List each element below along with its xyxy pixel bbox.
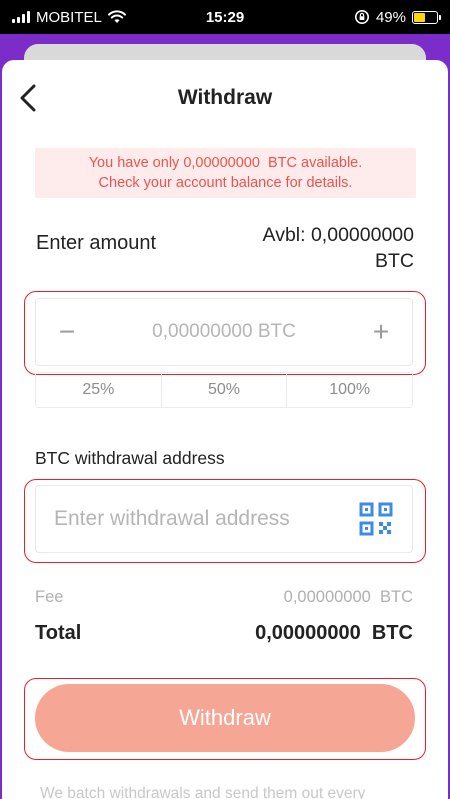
withdraw-sheet: Withdraw You have only 0,00000000 BTC av…	[2, 60, 448, 799]
percent-50-button[interactable]: 50%	[160, 373, 287, 407]
status-bar: MOBITEL 15:29 49%	[0, 0, 450, 34]
percent-25-button[interactable]: 25%	[36, 373, 161, 407]
qr-scan-icon[interactable]	[358, 501, 394, 537]
available-balance-unit: BTC	[375, 250, 414, 272]
alert-line-2: Check your account balance for details.	[98, 175, 353, 191]
back-button[interactable]	[12, 82, 44, 114]
amount-input[interactable]	[94, 321, 354, 343]
available-balance-value: Avbl: 0,00000000	[262, 224, 414, 246]
battery-icon	[412, 10, 441, 24]
address-label: BTC withdrawal address	[35, 448, 225, 468]
address-field	[35, 485, 413, 553]
chevron-left-icon	[20, 84, 36, 112]
wifi-icon	[107, 10, 126, 23]
page-title: Withdraw	[177, 86, 273, 109]
available-balance: Avbl: 0,00000000 BTC	[263, 222, 414, 274]
nav-bar: Withdraw	[2, 60, 448, 136]
percent-100-button[interactable]: 100%	[286, 373, 412, 407]
withdraw-button[interactable]: Withdraw	[35, 684, 415, 752]
total-value: 0,00000000 BTC	[255, 622, 413, 644]
amount-label: Enter amount	[36, 232, 157, 254]
carrier-name: MOBITEL	[36, 8, 102, 26]
total-label: Total	[35, 622, 82, 644]
cellular-signal-icon	[12, 11, 30, 23]
decrease-amount-button[interactable]: −	[52, 316, 82, 348]
withdrawal-address-input[interactable]	[54, 507, 344, 531]
balance-alert: You have only 0,00000000 BTC available. …	[35, 148, 416, 198]
battery-percent: 49%	[375, 8, 406, 26]
fee-label: Fee	[35, 588, 64, 606]
batch-footnote: We batch withdrawals and send them out e…	[40, 785, 366, 799]
amount-header: Enter amount Avbl: 0,00000000 BTC	[36, 222, 414, 274]
percent-selector: 25% 50% 100%	[35, 372, 413, 408]
fee-value: 0,00000000 BTC	[283, 588, 413, 606]
total-row: Total 0,00000000 BTC	[35, 622, 413, 645]
status-right: 49%	[354, 8, 441, 26]
status-left: MOBITEL	[12, 9, 126, 26]
alert-line-1: You have only 0,00000000 BTC available.	[88, 155, 363, 171]
amount-stepper: − +	[35, 298, 413, 366]
orientation-lock-icon	[354, 10, 369, 24]
battery-fill	[414, 12, 425, 22]
fee-row: Fee 0,00000000 BTC	[35, 588, 413, 607]
increase-amount-button[interactable]: +	[366, 316, 396, 348]
